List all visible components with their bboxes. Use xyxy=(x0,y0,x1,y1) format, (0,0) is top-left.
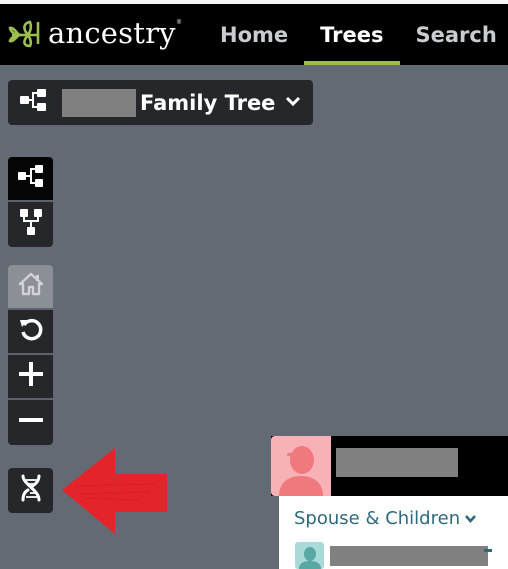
person-avatar[interactable] xyxy=(271,436,331,496)
home-icon xyxy=(18,272,44,301)
reset-icon xyxy=(18,316,44,347)
person-name-redacted xyxy=(336,448,458,477)
child-name-redacted[interactable] xyxy=(330,546,488,566)
view-toolbar xyxy=(8,157,53,247)
spouse-children-label: Spouse & Children xyxy=(294,508,461,529)
chevron-down-icon xyxy=(285,94,301,112)
tree-title: Family Tree xyxy=(140,90,276,115)
pedigree-view-icon xyxy=(17,163,45,194)
red-arrow-annotation xyxy=(60,446,170,541)
family-view-button[interactable] xyxy=(8,202,53,247)
dna-button[interactable] xyxy=(8,468,53,513)
brand-registered-mark: ® xyxy=(176,20,182,26)
dna-toolbar xyxy=(8,468,53,513)
tree-selector-button[interactable]: Family Tree xyxy=(8,80,313,125)
ancestry-logo[interactable]: ancestry ® xyxy=(8,18,181,48)
nav-search[interactable]: Search xyxy=(400,4,508,65)
pedigree-view-button[interactable] xyxy=(8,157,53,202)
plus-icon xyxy=(18,361,44,392)
pedigree-view-icon xyxy=(20,88,48,117)
female-silhouette-icon xyxy=(271,446,331,496)
chevron-down-icon xyxy=(460,508,477,529)
zoom-in-button[interactable] xyxy=(8,355,53,400)
child-name-trailing-glyph xyxy=(484,549,492,552)
main-nav: Home Trees Search D xyxy=(204,4,508,65)
spouse-children-toggle[interactable]: Spouse & Children xyxy=(294,508,477,529)
family-view-icon xyxy=(18,208,44,241)
minus-icon xyxy=(18,407,44,438)
reset-view-button[interactable] xyxy=(8,310,53,355)
ancestry-leaf-icon xyxy=(8,18,44,48)
dna-icon xyxy=(20,474,42,507)
zoom-out-button[interactable] xyxy=(8,400,53,445)
zoom-toolbar xyxy=(8,265,53,445)
brand-name: ancestry xyxy=(48,16,176,50)
nav-home[interactable]: Home xyxy=(204,4,304,65)
child-avatar[interactable] xyxy=(295,542,324,569)
nav-trees[interactable]: Trees xyxy=(304,4,400,65)
home-button[interactable] xyxy=(8,265,53,310)
tree-owner-redacted xyxy=(62,88,136,117)
person-silhouette-icon xyxy=(295,547,324,569)
